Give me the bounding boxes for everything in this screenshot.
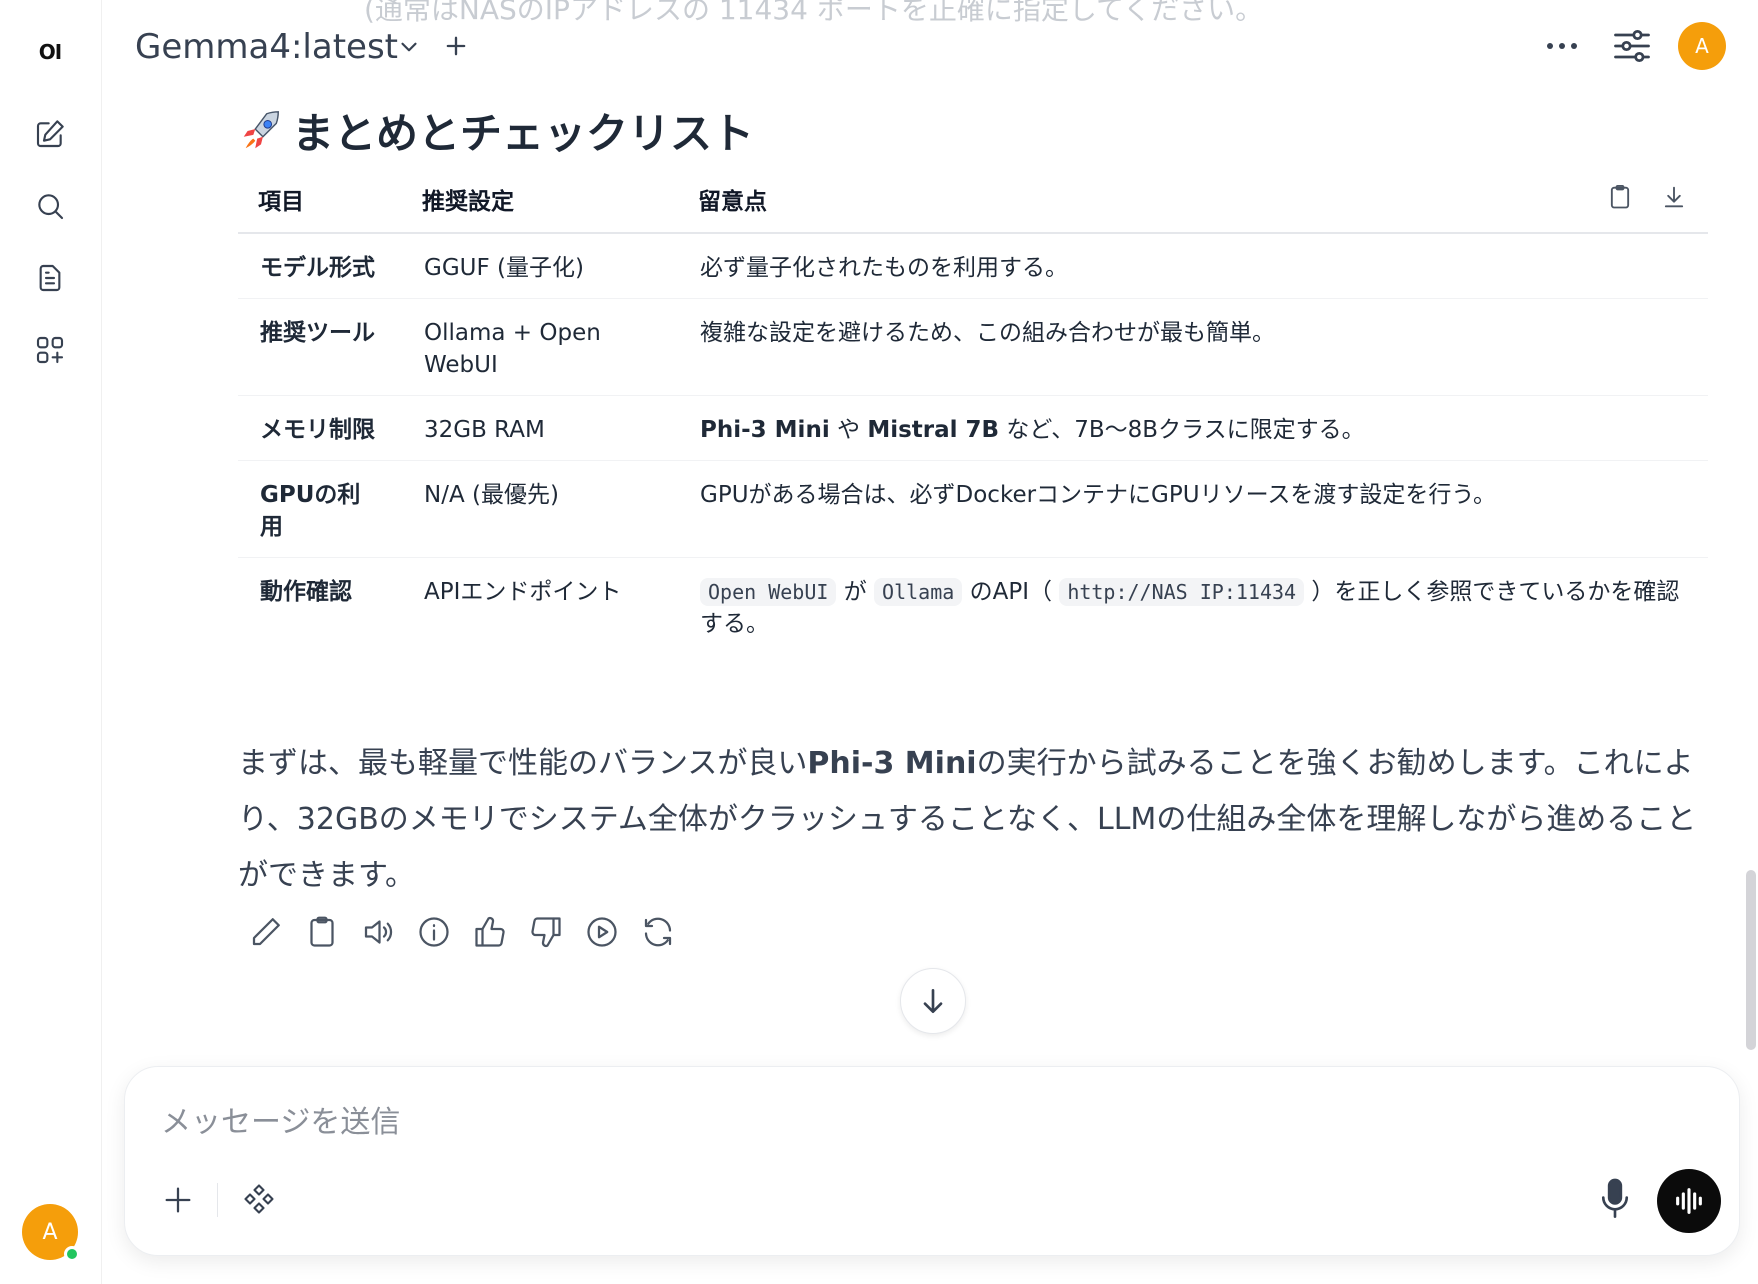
cell-setting: 32GB RAM	[402, 395, 678, 461]
sidebar-rail: OI A	[0, 0, 102, 1284]
cell-setting: APIエンドポイント	[424, 579, 622, 605]
cell-note: 複雑な設定を避けるため、この組み合わせが最も簡単。	[678, 298, 1708, 396]
voice-mode-button[interactable]	[1657, 1169, 1721, 1233]
add-attachment-icon[interactable]	[161, 1183, 195, 1217]
paragraph-bold: Phi-3 Mini	[807, 746, 977, 781]
cell-setting: N/A (最優先)	[402, 460, 678, 558]
arrow-down-icon	[923, 989, 943, 1013]
paragraph-text: まずは、最も軽量で性能のバランスが良い	[238, 746, 808, 781]
model-name-bold: Mistral 7B	[867, 417, 1000, 443]
cell-note: 必ず量子化されたものを利用する。	[678, 233, 1708, 299]
cell-item: GPUの利用	[238, 460, 402, 558]
regenerate-button[interactable]	[640, 914, 676, 950]
message-actions	[248, 914, 676, 950]
download-icon	[1664, 186, 1684, 208]
model-selector[interactable]: Gemma4:latest	[135, 27, 398, 67]
note-text: など、7B〜8Bクラスに限定する。	[999, 417, 1365, 443]
document-icon	[39, 264, 61, 292]
clipboard-icon	[310, 916, 334, 947]
checklist-table: 項目 推奨設定 留意点 モデル形式 GGUF (量子化) 必ず量子化されたものを…	[238, 168, 1708, 654]
table-row: 動作確認 APIエンドポイント Open WebUI が Ollama のAPI…	[238, 558, 1708, 655]
online-status-dot	[64, 1246, 80, 1262]
cell-note: Open WebUI が Ollama のAPI（ http://NAS IP:…	[678, 558, 1708, 655]
faded-scrolled-text: (通常はNASのIPアドレスの 11434 ポートを正確に指定してください。	[364, 0, 1264, 26]
table-row: メモリ制限 32GB RAM Phi-3 Mini や Mistral 7B な…	[238, 395, 1708, 461]
refresh-icon	[644, 917, 672, 947]
response-paragraph: まずは、最も軽量で性能のバランスが良いPhi-3 Miniの実行から試みることを…	[238, 736, 1708, 904]
edit-button[interactable]	[248, 914, 284, 950]
cell-setting: GGUF (量子化)	[402, 233, 678, 299]
thumbs-up-icon	[475, 916, 505, 947]
note-text: が	[836, 579, 875, 605]
composer-divider	[217, 1183, 218, 1217]
generation-info-button[interactable]	[416, 914, 452, 950]
scroll-to-bottom-button[interactable]	[900, 968, 966, 1034]
table-row: 推奨ツール Ollama + Open WebUI 複雑な設定を避けるため、この…	[238, 298, 1708, 396]
cell-item: 推奨ツール	[238, 298, 402, 396]
pencil-square-icon	[36, 120, 64, 148]
chevron-down-icon[interactable]	[396, 34, 422, 60]
note-text: や	[829, 417, 868, 443]
cell-item: モデル形式	[238, 233, 402, 299]
continue-response-button[interactable]	[584, 914, 620, 950]
table-row: GPUの利用 N/A (最優先) GPUがある場合は、必ずDockerコンテナに…	[238, 460, 1708, 558]
inline-code: Open WebUI	[700, 578, 837, 606]
thumbs-down-icon	[531, 917, 561, 948]
search-icon	[38, 194, 64, 220]
top-bar: (通常はNASのIPアドレスの 11434 ポートを正確に指定してください。 G…	[102, 0, 1758, 96]
add-model-icon[interactable]	[442, 32, 470, 60]
cell-note: Phi-3 Mini や Mistral 7B など、7B〜8Bクラスに限定する…	[678, 395, 1708, 461]
integrations-icon[interactable]	[241, 1181, 277, 1217]
bad-response-button[interactable]	[528, 914, 564, 950]
cell-setting: Ollama + Open WebUI	[402, 298, 678, 396]
inline-code: Ollama	[874, 578, 963, 606]
copy-button[interactable]	[304, 914, 340, 950]
clipboard-icon	[1610, 184, 1630, 209]
workspace-button[interactable]	[26, 326, 74, 374]
download-table-button[interactable]	[1660, 182, 1688, 212]
inline-code: http://NAS IP:11434	[1059, 578, 1305, 606]
microphone-icon[interactable]	[1597, 1177, 1633, 1221]
new-chat-button[interactable]	[26, 110, 74, 158]
column-header-note: 留意点	[678, 168, 1708, 234]
table-row: モデル形式 GGUF (量子化) 必ず量子化されたものを利用する。	[238, 233, 1708, 299]
info-icon	[419, 917, 449, 947]
model-name-bold: Phi-3 Mini	[700, 417, 830, 443]
note-text: のAPI（	[962, 579, 1060, 605]
app-logo[interactable]: OI	[30, 32, 70, 72]
message-composer	[124, 1066, 1740, 1256]
copy-table-button[interactable]	[1606, 182, 1634, 212]
play-circle-icon	[587, 917, 617, 947]
notes-button[interactable]	[26, 254, 74, 302]
good-response-button[interactable]	[472, 914, 508, 950]
rocket-icon	[243, 110, 279, 148]
column-header-item: 項目	[238, 168, 402, 234]
scrollbar-thumb[interactable]	[1746, 870, 1756, 1050]
pencil-icon	[252, 918, 280, 946]
cell-item: メモリ制限	[238, 395, 402, 461]
waveform-icon	[1676, 1188, 1702, 1214]
cell-note: GPUがある場合は、必ずDockerコンテナにGPUリソースを渡す設定を行う。	[678, 460, 1708, 558]
column-header-setting: 推奨設定	[402, 168, 678, 234]
header-user-avatar[interactable]: A	[1678, 22, 1726, 70]
search-button[interactable]	[26, 182, 74, 230]
apps-icon	[36, 336, 64, 364]
cell-item: 動作確認	[260, 579, 352, 605]
section-heading-text: まとめとチェックリスト	[292, 109, 755, 158]
read-aloud-button[interactable]	[360, 914, 396, 950]
speaker-icon	[364, 920, 393, 944]
message-input[interactable]	[161, 1097, 1461, 1147]
settings-sliders-icon[interactable]	[1610, 24, 1654, 68]
more-options-icon[interactable]	[1542, 30, 1582, 62]
section-heading: まとめとチェックリスト	[238, 100, 754, 161]
